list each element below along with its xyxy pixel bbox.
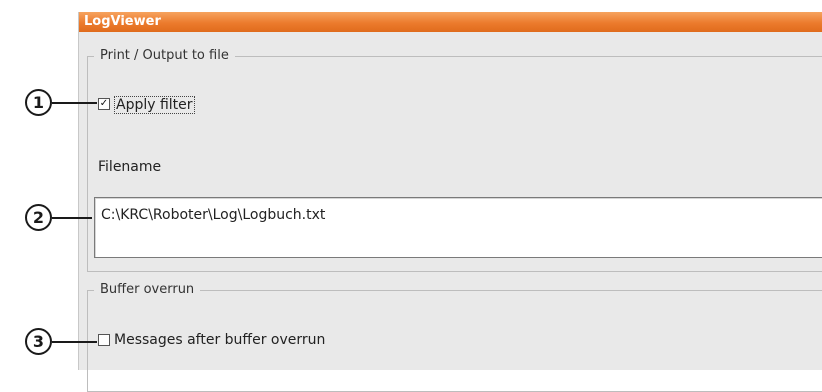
window-title: LogViewer — [79, 12, 822, 32]
callout-1: 1 — [25, 89, 52, 116]
filename-label: Filename — [98, 159, 162, 175]
callout-3-leader — [52, 341, 97, 343]
print-output-group: Print / Output to file ✓ Apply filter Fi… — [87, 48, 822, 272]
buffer-overrun-group: Buffer overrun Messages after buffer ove… — [87, 282, 822, 392]
callout-2-leader — [52, 217, 92, 219]
log-viewer-window: LogViewer Print / Output to file ✓ Apply… — [78, 12, 822, 392]
messages-after-overrun-label[interactable]: Messages after buffer overrun — [114, 332, 325, 348]
print-output-legend: Print / Output to file — [94, 48, 235, 64]
filename-value: C:\KRC\Roboter\Log\Logbuch.txt — [101, 207, 326, 223]
callout-1-leader — [52, 102, 97, 104]
callout-3: 3 — [25, 328, 52, 355]
callout-2: 2 — [25, 204, 52, 231]
filename-field[interactable]: C:\KRC\Roboter\Log\Logbuch.txt — [94, 197, 822, 258]
messages-after-overrun-checkbox[interactable] — [98, 334, 110, 346]
buffer-overrun-legend: Buffer overrun — [94, 282, 201, 298]
apply-filter-checkbox[interactable]: ✓ — [98, 98, 110, 110]
apply-filter-label[interactable]: Apply filter — [114, 96, 195, 114]
